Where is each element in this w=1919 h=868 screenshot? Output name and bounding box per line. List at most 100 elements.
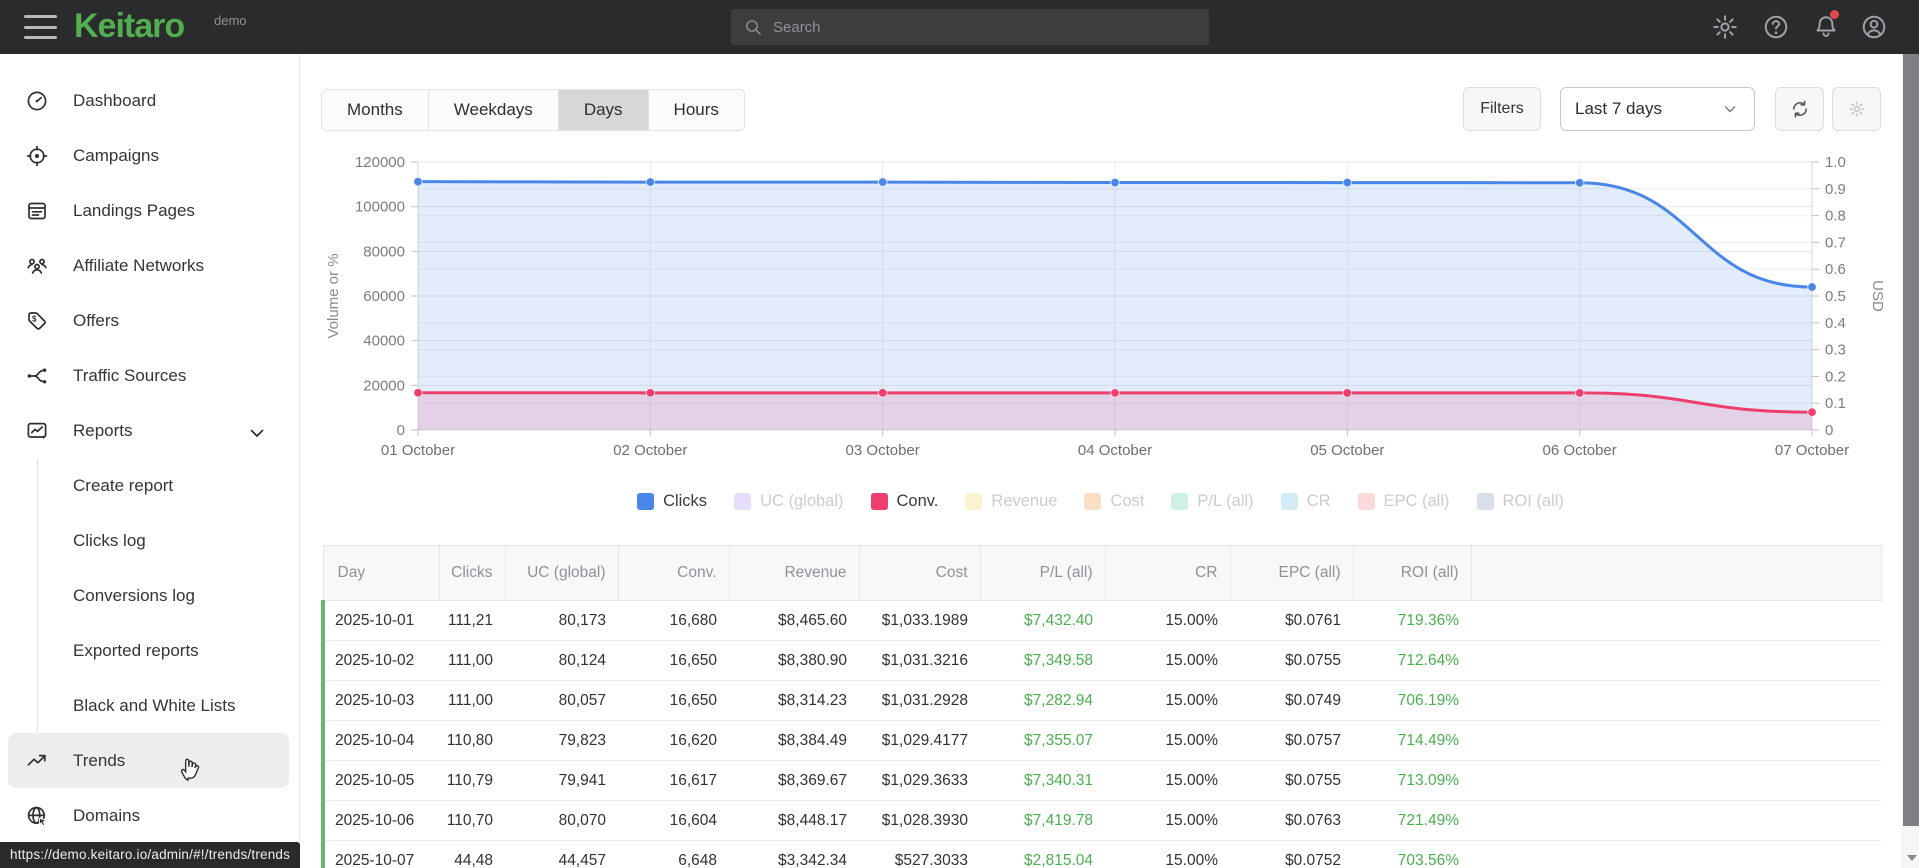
- chart-settings-button[interactable]: [1832, 87, 1881, 131]
- legend-item-revenue[interactable]: Revenue: [965, 492, 1057, 511]
- cell-roi-all: 703.56%: [1353, 840, 1471, 868]
- sidebar-item-landings-pages[interactable]: Landings Pages: [0, 183, 299, 238]
- cell-p-l-all: $7,340.31: [980, 760, 1105, 801]
- cell-revenue: $8,448.17: [729, 800, 859, 841]
- cell-p-l-all: $7,419.78: [980, 800, 1105, 841]
- cell-epc-all: $0.0763: [1230, 800, 1353, 841]
- conv-point[interactable]: [1574, 388, 1585, 398]
- cell-conv: 16,650: [618, 640, 729, 681]
- conv-point[interactable]: [1342, 388, 1353, 398]
- sidebar-item-exported-reports[interactable]: Exported reports: [0, 623, 299, 678]
- sidebar-item-label: Conversions log: [73, 585, 195, 605]
- date-range-select[interactable]: Last 7 days: [1560, 87, 1755, 131]
- conv-point[interactable]: [1110, 388, 1120, 398]
- cell-cr: 15.00%: [1105, 680, 1230, 721]
- domains-icon: [25, 804, 49, 828]
- keitaro-logo[interactable]: Keitaro: [74, 7, 185, 46]
- hamburger-menu-icon[interactable]: [24, 15, 57, 39]
- sidebar-item-conversions-log[interactable]: Conversions log: [0, 568, 299, 623]
- conv-point[interactable]: [413, 387, 423, 398]
- cell-cost: $1,028.3930: [859, 800, 980, 841]
- legend-label: Revenue: [991, 492, 1058, 510]
- chart-axis-label: 01 October: [381, 442, 455, 459]
- clicks-point[interactable]: [413, 176, 423, 187]
- cell-cr: 15.00%: [1105, 640, 1230, 681]
- search-input[interactable]: [773, 18, 1197, 36]
- sidebar-item-dashboard[interactable]: Dashboard: [0, 73, 299, 128]
- clicks-point[interactable]: [1110, 177, 1120, 188]
- granularity-tab-group: Months Weekdays Days Hours: [321, 89, 745, 131]
- conv-point[interactable]: [877, 388, 888, 398]
- sidebar-item-label: Black and White Lists: [73, 695, 236, 715]
- sidebar-item-domains[interactable]: Domains: [0, 788, 299, 843]
- sidebar-item-black-and-white-lists[interactable]: Black and White Lists: [0, 678, 299, 733]
- global-search[interactable]: [731, 9, 1209, 45]
- cell-filler: [1471, 600, 1881, 641]
- sidebar-item-create-report[interactable]: Create report: [0, 458, 299, 513]
- legend-swatch: [1357, 493, 1375, 510]
- cell-day: 2025-10-07: [321, 840, 439, 868]
- clicks-point[interactable]: [1807, 282, 1817, 292]
- affiliate-networks-icon: [25, 254, 49, 278]
- table-row: 2025-10-03 111,00 80,057 16,650 $8,314.23 $1,…: [321, 680, 1881, 721]
- sidebar-item-offers[interactable]: $ Offers: [0, 293, 299, 348]
- offers-icon: $: [25, 309, 49, 333]
- chart-axis-label: 0.1: [1825, 395, 1846, 412]
- help-button[interactable]: [1762, 13, 1790, 41]
- account-button[interactable]: [1860, 13, 1888, 41]
- clicks-point[interactable]: [1342, 177, 1353, 188]
- legend-item-roi-all[interactable]: ROI (all): [1476, 492, 1564, 511]
- filters-button[interactable]: Filters: [1463, 87, 1541, 131]
- help-icon: [1762, 13, 1790, 41]
- legend-item-cr[interactable]: CR: [1280, 492, 1331, 511]
- tab-days[interactable]: Days: [557, 90, 648, 130]
- settings-button[interactable]: [1711, 13, 1739, 41]
- sidebar-item-trends[interactable]: Trends: [8, 733, 289, 788]
- legend-item-uc-global[interactable]: UC (global): [734, 492, 844, 511]
- tab-hours[interactable]: Hours: [647, 90, 744, 130]
- table-row: 2025-10-02 111,00 80,124 16,650 $8,380.90 $1,…: [321, 640, 1881, 681]
- trends-chart: 0 20000 40000 60000 80000 100000 120000 0 0.1 0.2…: [325, 154, 1886, 459]
- chart-axis-label: 04 October: [1078, 442, 1152, 459]
- chart-axis-label: 0.6: [1825, 261, 1846, 278]
- cell-clicks: 111,00: [439, 640, 505, 681]
- legend-item-epc-all[interactable]: EPC (all): [1357, 492, 1450, 511]
- column-header-p-l-all: P/L (all): [979, 545, 1105, 601]
- cell-cost: $1,031.2928: [859, 680, 980, 721]
- sidebar-item-clicks-log[interactable]: Clicks log: [0, 513, 299, 568]
- tab-months[interactable]: Months: [322, 90, 428, 130]
- tab-weekdays[interactable]: Weekdays: [427, 90, 558, 130]
- chart-axis-label: 40000: [363, 333, 405, 350]
- table-row: 2025-10-04 110,80 79,823 16,620 $8,384.49 $1,…: [321, 720, 1881, 761]
- conv-point[interactable]: [1807, 407, 1817, 417]
- chevron-down-icon[interactable]: [245, 421, 269, 445]
- clicks-point[interactable]: [877, 177, 888, 187]
- sidebar-item-affiliate-networks[interactable]: Affiliate Networks: [0, 238, 299, 293]
- conv-point[interactable]: [645, 388, 656, 398]
- legend-item-cost[interactable]: Cost: [1084, 492, 1144, 511]
- legend-item-clicks[interactable]: Clicks: [637, 492, 707, 511]
- sidebar-item-label: Dashboard: [73, 90, 157, 110]
- chart-axis-label: 0.8: [1825, 208, 1846, 225]
- scrollbar-down-button[interactable]: [1903, 848, 1919, 868]
- legend-label: EPC (all): [1383, 492, 1450, 510]
- clicks-point[interactable]: [1574, 177, 1585, 188]
- cell-epc-all: $0.0755: [1230, 640, 1353, 681]
- cell-day: 2025-10-05: [321, 760, 439, 801]
- cell-revenue: $3,342.34: [729, 840, 859, 868]
- cell-roi-all: 719.36%: [1353, 600, 1471, 641]
- legend-item-p-l-all[interactable]: P/L (all): [1171, 492, 1254, 511]
- chart-axis-label: 0.7: [1825, 234, 1846, 251]
- chart-axis-label: 0: [1825, 422, 1833, 439]
- sidebar-item-campaigns[interactable]: Campaigns: [0, 128, 299, 183]
- small-gear-icon: [1848, 100, 1866, 118]
- table-row: 2025-10-06 110,70 80,070 16,604 $8,448.17 $1,…: [321, 800, 1881, 841]
- sidebar-item-reports[interactable]: Reports: [0, 403, 299, 458]
- clicks-point[interactable]: [645, 177, 656, 187]
- sidebar-item-traffic-sources[interactable]: Traffic Sources: [0, 348, 299, 403]
- legend-swatch: [1171, 493, 1189, 510]
- refresh-button[interactable]: [1775, 87, 1824, 131]
- scrollbar-thumb[interactable]: [1903, 54, 1919, 826]
- legend-item-conv[interactable]: Conv.: [870, 492, 938, 511]
- cell-cost: $1,029.3633: [859, 760, 980, 801]
